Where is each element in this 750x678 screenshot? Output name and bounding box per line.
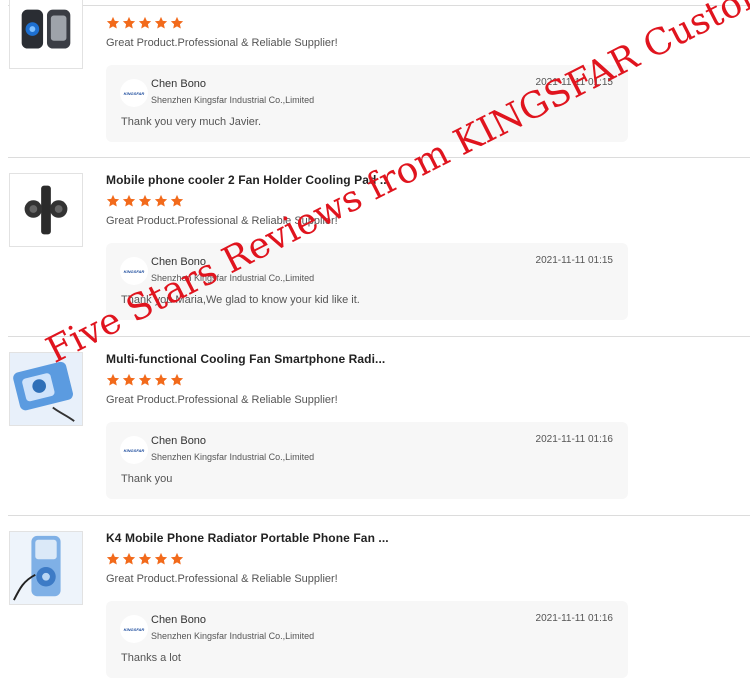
review-comment: Great Product.Professional & Reliable Su… <box>106 37 338 49</box>
product-thumbnail[interactable] <box>9 173 83 247</box>
review-item: Great Product.Professional & Reliable Su… <box>0 0 750 157</box>
avatar: KINGSFAR <box>120 79 148 107</box>
star-icon <box>170 194 184 207</box>
star-icon <box>106 552 120 565</box>
svg-text:KINGSFAR: KINGSFAR <box>124 627 145 632</box>
star-icon <box>138 373 152 386</box>
reply-date: 2021-11-11 01:15 <box>535 77 613 88</box>
product-thumbnail[interactable] <box>9 352 83 426</box>
star-icon <box>138 16 152 29</box>
kingsfar-logo-icon: KINGSFAR <box>124 627 145 632</box>
star-icon <box>122 194 136 207</box>
reply-author: Chen Bono <box>151 256 207 268</box>
kingsfar-logo-icon: KINGSFAR <box>124 269 145 274</box>
star-icon <box>170 16 184 29</box>
separator <box>8 5 750 6</box>
avatar: KINGSFAR <box>120 615 148 643</box>
separator <box>8 157 750 158</box>
seller-reply: KINGSFAR Chen Bono Shenzhen Kingsfar Ind… <box>106 601 628 678</box>
separator <box>8 515 750 516</box>
avatar: KINGSFAR <box>120 257 148 285</box>
reply-date: 2021-11-11 01:16 <box>535 613 613 624</box>
reply-date: 2021-11-11 01:15 <box>535 255 613 266</box>
product-thumbnail[interactable] <box>9 0 83 69</box>
star-icon <box>138 194 152 207</box>
reply-text: Thank you <box>121 473 173 485</box>
review-comment: Great Product.Professional & Reliable Su… <box>106 573 338 585</box>
star-icon <box>122 552 136 565</box>
star-icon <box>170 552 184 565</box>
avatar: KINGSFAR <box>120 436 148 464</box>
star-rating <box>106 194 184 209</box>
seller-reply: KINGSFAR Chen Bono Shenzhen Kingsfar Ind… <box>106 422 628 499</box>
review-item: Multi-functional Cooling Fan Smartphone … <box>0 336 750 515</box>
star-rating <box>106 16 184 31</box>
svg-text:KINGSFAR: KINGSFAR <box>124 269 145 274</box>
reply-text: Thank you Maria,We glad to know your kid… <box>121 294 360 306</box>
star-rating <box>106 552 184 567</box>
kingsfar-logo-icon: KINGSFAR <box>124 91 145 96</box>
reply-company: Shenzhen Kingsfar Industrial Co.,Limited <box>151 631 315 641</box>
star-icon <box>106 194 120 207</box>
review-comment: Great Product.Professional & Reliable Su… <box>106 394 338 406</box>
reply-company: Shenzhen Kingsfar Industrial Co.,Limited <box>151 452 315 462</box>
svg-text:KINGSFAR: KINGSFAR <box>124 448 145 453</box>
star-icon <box>138 552 152 565</box>
reply-company: Shenzhen Kingsfar Industrial Co.,Limited <box>151 273 315 283</box>
star-rating <box>106 373 184 388</box>
reply-date: 2021-11-11 01:16 <box>535 434 613 445</box>
star-icon <box>154 194 168 207</box>
star-icon <box>106 373 120 386</box>
kingsfar-logo-icon: KINGSFAR <box>124 448 145 453</box>
review-comment: Great Product.Professional & Reliable Su… <box>106 215 338 227</box>
reply-text: Thanks a lot <box>121 652 181 664</box>
star-icon <box>106 16 120 29</box>
phone-cooler-image <box>21 9 71 49</box>
star-icon <box>122 373 136 386</box>
phone-cooler-image <box>24 185 68 235</box>
product-title[interactable]: Multi-functional Cooling Fan Smartphone … <box>106 352 385 366</box>
star-icon <box>122 16 136 29</box>
product-title[interactable]: Mobile phone cooler 2 Fan Holder Cooling… <box>106 173 390 187</box>
star-icon <box>170 373 184 386</box>
star-icon <box>154 552 168 565</box>
review-item: Mobile phone cooler 2 Fan Holder Cooling… <box>0 157 750 336</box>
phone-cooler-image <box>10 532 82 604</box>
star-icon <box>154 373 168 386</box>
reply-company: Shenzhen Kingsfar Industrial Co.,Limited <box>151 95 315 105</box>
phone-cooler-image <box>10 353 82 425</box>
review-item: K4 Mobile Phone Radiator Portable Phone … <box>0 515 750 678</box>
reply-author: Chen Bono <box>151 78 207 90</box>
svg-text:KINGSFAR: KINGSFAR <box>124 91 145 96</box>
reply-author: Chen Bono <box>151 614 207 626</box>
seller-reply: KINGSFAR Chen Bono Shenzhen Kingsfar Ind… <box>106 65 628 142</box>
product-thumbnail[interactable] <box>9 531 83 605</box>
product-title[interactable]: K4 Mobile Phone Radiator Portable Phone … <box>106 531 389 545</box>
reply-author: Chen Bono <box>151 435 207 447</box>
star-icon <box>154 16 168 29</box>
seller-reply: KINGSFAR Chen Bono Shenzhen Kingsfar Ind… <box>106 243 628 320</box>
separator <box>8 336 750 337</box>
reply-text: Thank you very much Javier. <box>121 116 262 128</box>
